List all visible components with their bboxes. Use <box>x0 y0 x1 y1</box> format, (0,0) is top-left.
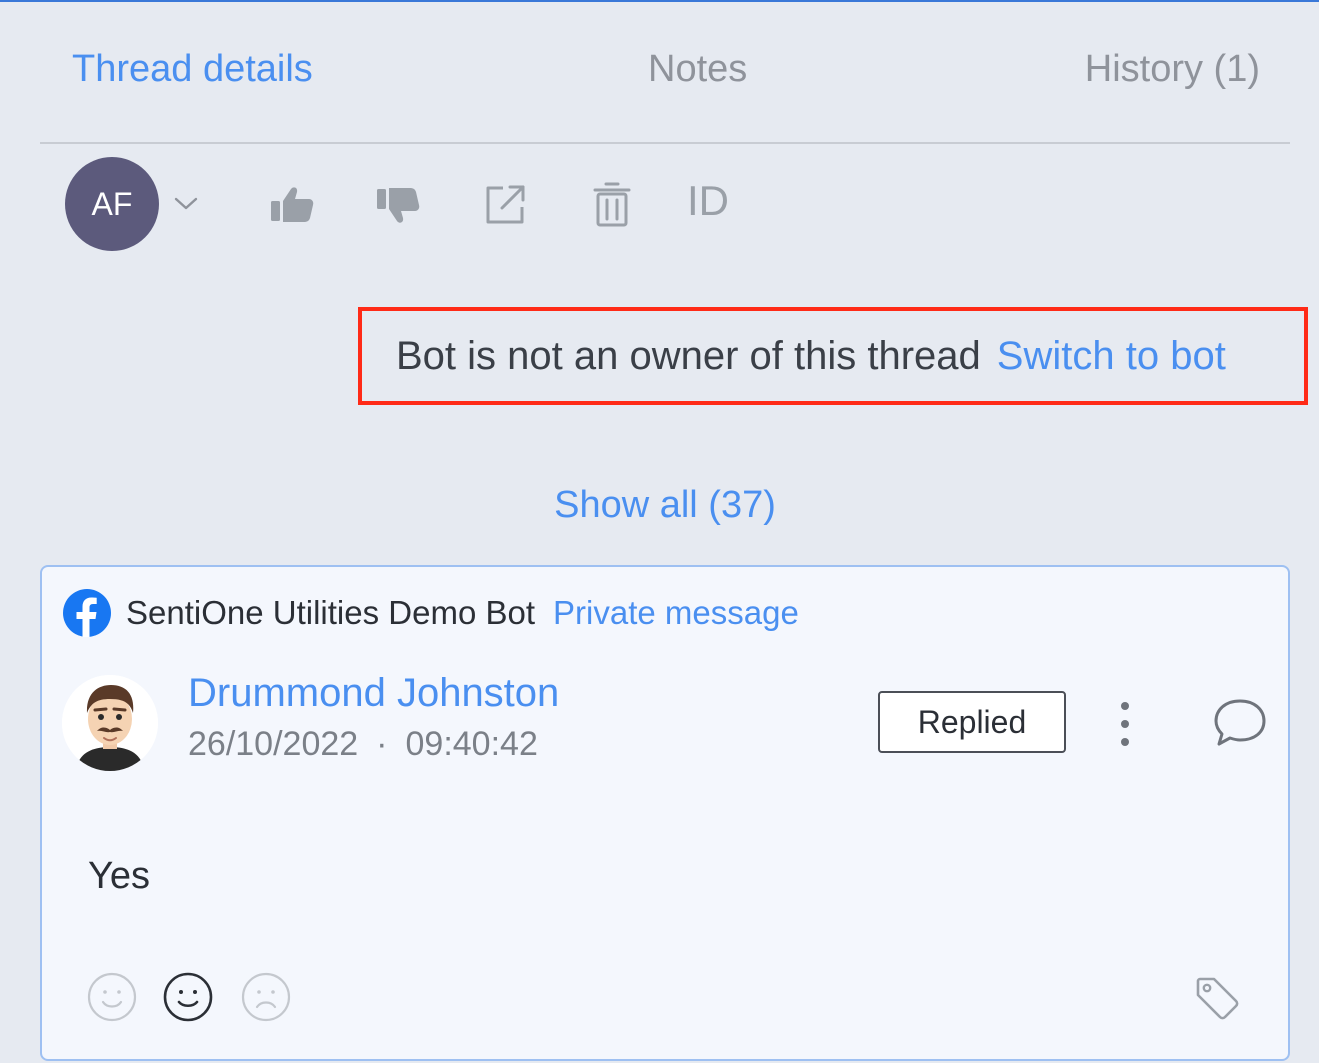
tag-icon[interactable] <box>1192 973 1242 1023</box>
tab-history[interactable]: History (1) <box>1085 48 1260 91</box>
thumbs-up-icon[interactable] <box>267 181 317 229</box>
show-all-link[interactable]: Show all (37) <box>0 484 1319 527</box>
message-card: SentiOne Utilities Demo Bot Private mess… <box>40 565 1290 1061</box>
smile-icon[interactable] <box>86 971 138 1023</box>
switch-to-bot-link[interactable]: Switch to bot <box>997 334 1226 379</box>
thread-panel: Thread details Notes History (1) AF ID B… <box>0 0 1319 1063</box>
thread-id-button[interactable]: ID <box>687 177 729 225</box>
neutral-face-icon[interactable] <box>162 971 214 1023</box>
reply-bubble-icon[interactable] <box>1212 697 1268 749</box>
tabs-divider <box>40 142 1290 144</box>
sad-face-icon[interactable] <box>240 971 292 1023</box>
author-avatar[interactable] <box>62 675 158 771</box>
ownership-banner: Bot is not an owner of this thread Switc… <box>358 307 1308 405</box>
tab-notes[interactable]: Notes <box>648 48 747 91</box>
message-source: SentiOne Utilities Demo Bot Private mess… <box>62 587 799 639</box>
status-badge[interactable]: Replied <box>878 691 1066 753</box>
trash-icon[interactable] <box>587 179 637 229</box>
tab-thread-details[interactable]: Thread details <box>72 48 313 91</box>
tab-bar: Thread details Notes History (1) <box>40 42 1290 142</box>
more-options-icon[interactable] <box>1110 699 1140 749</box>
message-timestamp: 26/10/2022 · 09:40:42 <box>188 725 538 764</box>
source-type-link[interactable]: Private message <box>553 594 799 632</box>
chevron-down-icon[interactable] <box>171 189 201 219</box>
message-date: 26/10/2022 <box>188 725 359 763</box>
author-name-link[interactable]: Drummond Johnston <box>188 671 559 716</box>
message-time: 09:40:42 <box>405 725 538 763</box>
timestamp-separator: · <box>376 725 388 763</box>
source-name: SentiOne Utilities Demo Bot <box>126 594 536 631</box>
facebook-icon <box>63 589 111 637</box>
message-text: Yes <box>88 855 150 897</box>
assignee-avatar[interactable]: AF <box>65 157 159 251</box>
thread-toolbar: AF ID <box>65 157 865 252</box>
external-link-icon[interactable] <box>481 181 529 229</box>
banner-message: Bot is not an owner of this thread <box>396 333 981 378</box>
thumbs-down-icon[interactable] <box>373 181 423 229</box>
